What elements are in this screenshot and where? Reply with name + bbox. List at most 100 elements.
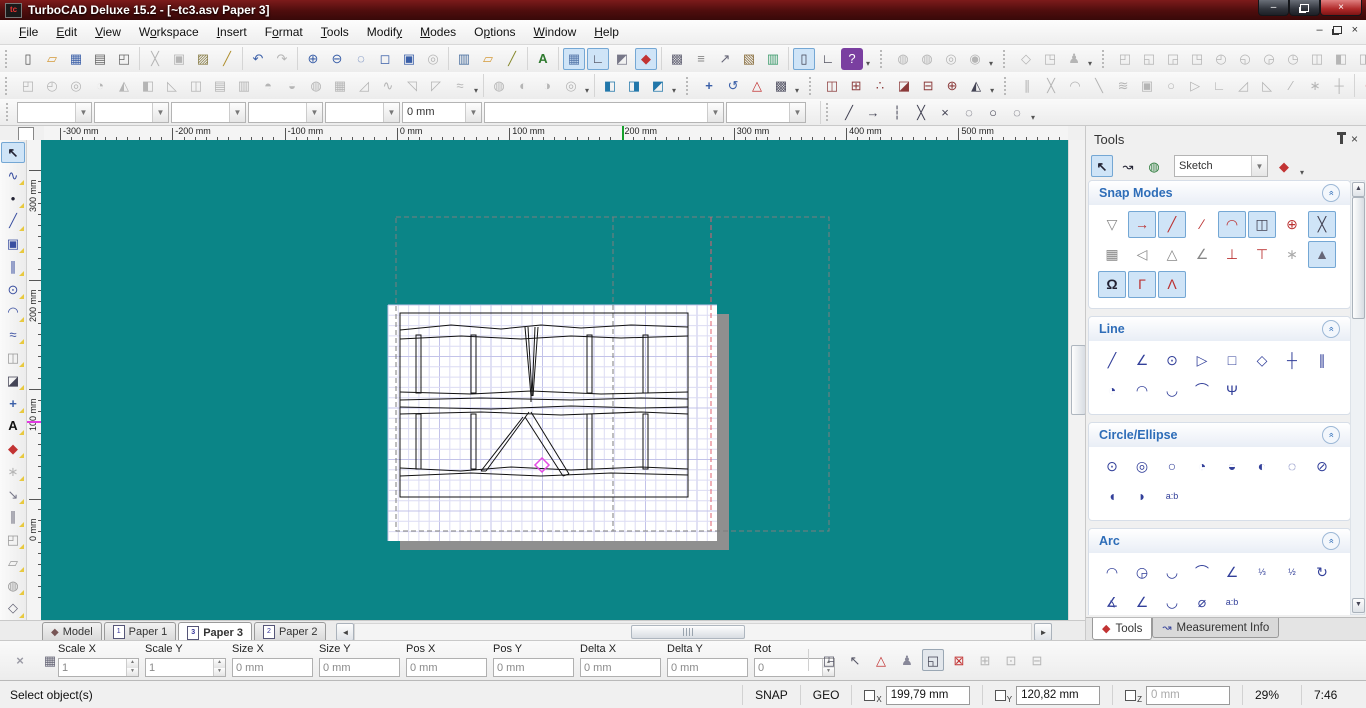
section-header[interactable]: Snap Modes« [1089, 181, 1350, 205]
view-cube-4-button[interactable]: ◳ [1186, 48, 1208, 70]
chevron-down-icon[interactable]: ▼ [229, 103, 245, 122]
circle-three-point-button[interactable]: ◔ [1188, 453, 1216, 480]
panel-scroll-up-icon[interactable]: ▲ [1352, 182, 1365, 197]
save-button[interactable]: ▦ [65, 48, 87, 70]
no-snap-button[interactable]: ▽ [1098, 211, 1126, 238]
stack-views-button[interactable]: ≡ [690, 48, 712, 70]
ellipse-rotated-button[interactable]: ◗ [1128, 483, 1156, 510]
snap-intersection-button[interactable]: ╳ [1308, 211, 1336, 238]
menu-modify[interactable]: Modify [358, 22, 411, 42]
snap-star-button[interactable]: ∗ [1, 461, 25, 482]
cut-button[interactable]: ╳ [144, 48, 166, 70]
toolbar-gripper[interactable] [5, 77, 12, 95]
render-lights-button[interactable]: ◎ [940, 48, 962, 70]
edit-handles-button[interactable]: ◇ [1, 597, 25, 618]
construction-line-button[interactable]: ╱ [838, 101, 860, 123]
collapse-chevron-icon[interactable]: « [1322, 426, 1340, 444]
arc-center-begin-end-button[interactable]: ◠ [1098, 559, 1126, 586]
line-perpendicular-to-arc-button[interactable]: ⌒ [1188, 377, 1216, 404]
extrude-button[interactable]: ◰ [1, 529, 25, 550]
line-parallel-button[interactable]: ∥ [1308, 347, 1336, 374]
toolbar-overflow-icon[interactable]: ▾ [866, 59, 870, 70]
ellipse-fixed-ratio-button[interactable]: a:b [1158, 483, 1186, 510]
box-3d-button[interactable]: ◫ [1, 347, 25, 368]
paint-button[interactable]: ◆ [1, 438, 25, 459]
toolbar-gripper[interactable] [686, 77, 693, 95]
modify-slice-button[interactable]: ∕ [1280, 75, 1302, 97]
panel-scroll-down-icon[interactable]: ▼ [1352, 598, 1365, 613]
fill-style-button[interactable]: ◆ [1273, 155, 1295, 177]
facet-2-button[interactable]: ◐ [512, 75, 534, 97]
close-inspector-button[interactable]: × [9, 649, 31, 671]
arc-tangent-line-button[interactable]: ∠ [1218, 559, 1246, 586]
solid-cylinder-button[interactable]: ◫ [185, 75, 207, 97]
zoom-previous-button[interactable]: ◎ [422, 48, 444, 70]
solid-sweep-1-button[interactable]: ∿ [377, 75, 399, 97]
zoom-in-button[interactable]: ⊕ [302, 48, 324, 70]
arc-fixed-ratio-button[interactable]: a:b [1218, 589, 1246, 615]
copy-fit-button[interactable]: ⊟ [917, 75, 939, 97]
pen-thickness-combo[interactable]: 0 mm▼ [402, 102, 482, 123]
modify-fillet-button[interactable]: ◠ [1064, 75, 1086, 97]
no-rotate-button[interactable]: ⊠ [948, 649, 970, 671]
circle-center-radius-button[interactable]: ⊙ [1098, 453, 1126, 480]
layer-combo[interactable]: ▼ [484, 102, 724, 123]
circle-button[interactable]: ⊙ [1, 279, 25, 300]
modify-offset-button[interactable]: ≋ [1112, 75, 1134, 97]
pen-style-combo[interactable]: ▼ [94, 102, 169, 123]
coordinate-value[interactable]: 0 mm [1146, 686, 1230, 705]
line-bisector-button[interactable]: Ψ [1218, 377, 1246, 404]
view-cube-5-button[interactable]: ◴ [1210, 48, 1232, 70]
sheet-tab-model[interactable]: ◆Model [42, 622, 102, 641]
chevron-down-icon[interactable]: ▼ [1251, 156, 1267, 176]
select-by-rect-button[interactable]: ◇ [1015, 48, 1037, 70]
view-iso-2-button[interactable]: ◧ [1330, 48, 1352, 70]
construction-circle-3-button[interactable]: ◌ [1006, 101, 1028, 123]
view-cube-3-button[interactable]: ◲ [1162, 48, 1184, 70]
edit-node-button[interactable]: ↖ [844, 649, 866, 671]
toolbar-overflow-icon[interactable]: ▾ [672, 86, 676, 97]
toolbar-gripper[interactable] [809, 77, 816, 95]
delta-mode-button[interactable]: △ [870, 649, 892, 671]
solid-rod-button[interactable]: ▥ [233, 75, 255, 97]
field-input[interactable]: 0 mm [232, 658, 313, 677]
menu-insert[interactable]: Insert [208, 22, 256, 42]
solid-helix-button[interactable]: ≈ [449, 75, 471, 97]
copy-radial-button[interactable]: ∴ [869, 75, 891, 97]
view-cube-6-button[interactable]: ◵ [1234, 48, 1256, 70]
doc-restore-button[interactable] [1333, 26, 1342, 34]
collapse-chevron-icon[interactable]: « [1322, 320, 1340, 338]
construction-vertical-button[interactable]: ┆ [886, 101, 908, 123]
solid-disc-button[interactable]: ◍ [305, 75, 327, 97]
tab-scroll-right-icon[interactable]: ► [1034, 623, 1052, 641]
solid-torus-button[interactable]: ◎ [65, 75, 87, 97]
toolbar-overflow-icon[interactable]: ▾ [795, 86, 799, 97]
copy-button[interactable]: ▣ [168, 48, 190, 70]
layer-colors-button[interactable]: ▥ [762, 48, 784, 70]
panel-world-button[interactable]: ◍ [1143, 155, 1165, 177]
brush-style-combo[interactable]: ▼ [325, 102, 400, 123]
restore-button[interactable] [1289, 0, 1320, 16]
circle-tangent-arc-button[interactable]: ◐ [1248, 453, 1276, 480]
camera-position-button[interactable]: ♟ [1063, 48, 1085, 70]
sphere-tool-button[interactable]: ◍ [1, 575, 25, 596]
menu-workspace[interactable]: Workspace [130, 22, 208, 42]
solid-hemisphere-button[interactable]: ◔ [89, 75, 111, 97]
arc-concentric-button[interactable]: ◶ [1128, 559, 1156, 586]
measure-red-button[interactable]: ⊘ [1359, 75, 1366, 97]
line-polyline-button[interactable]: ∠ [1128, 347, 1156, 374]
line-tangent-from-arc-button[interactable]: ◠ [1128, 377, 1156, 404]
modify-meet-button[interactable]: ╳ [1040, 75, 1062, 97]
line-tangent-two-arcs-button[interactable]: ◡ [1158, 377, 1186, 404]
solid-loft-button[interactable]: ◿ [353, 75, 375, 97]
facet-4-button[interactable]: ◎ [560, 75, 582, 97]
spline-button[interactable]: ≈ [1, 324, 25, 345]
text-button[interactable]: A [1, 415, 25, 436]
chevron-down-icon[interactable]: ▼ [75, 103, 91, 122]
facet-3-button[interactable]: ◑ [536, 75, 558, 97]
zoom-selection-button[interactable]: ◌ [350, 48, 372, 70]
select-special-button[interactable]: ◳ [818, 649, 840, 671]
render-scene-button[interactable]: ◍ [892, 48, 914, 70]
copy-linear-button[interactable]: ◫ [821, 75, 843, 97]
line-single-button[interactable]: ╱ [1098, 347, 1126, 374]
